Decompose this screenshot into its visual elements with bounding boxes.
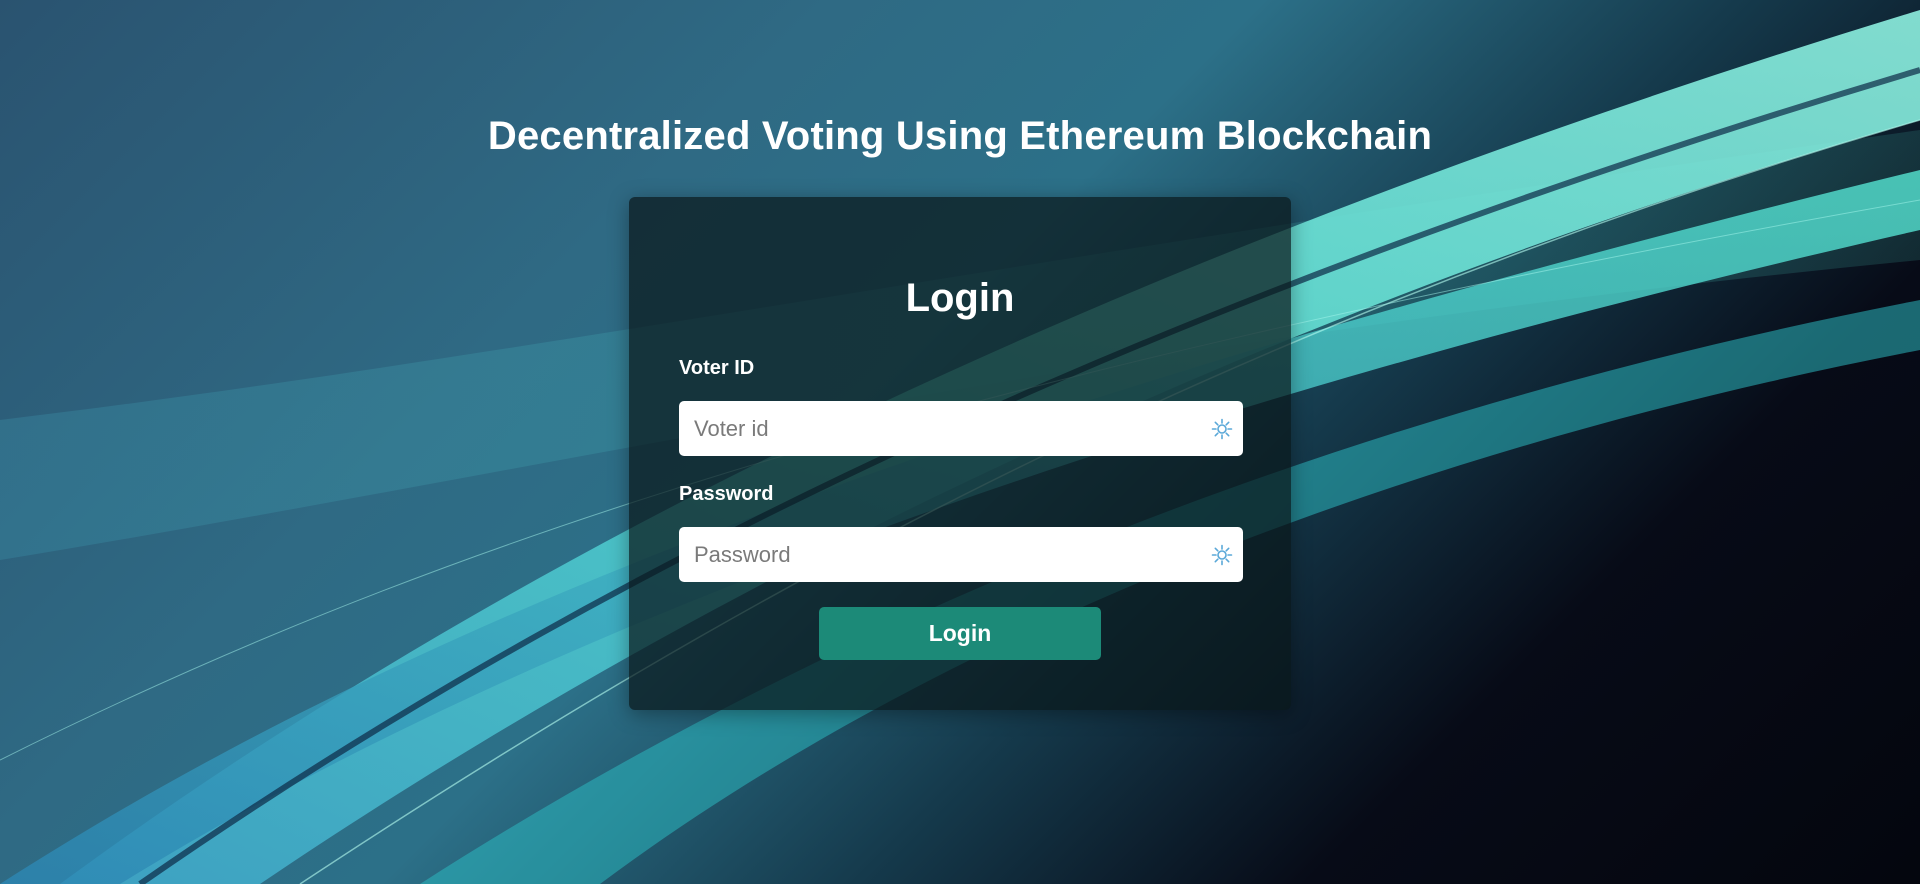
password-label: Password [679, 483, 774, 505]
login-card: Login Voter ID Password [629, 197, 1291, 710]
autofill-icon[interactable] [1211, 544, 1233, 566]
login-button[interactable]: Login [819, 607, 1101, 660]
password-input[interactable] [679, 527, 1209, 582]
voter-id-field-wrapper [679, 401, 1243, 456]
password-field-wrapper [679, 527, 1243, 582]
autofill-icon[interactable] [1211, 418, 1233, 440]
login-heading: Login [905, 276, 1015, 320]
page-title: Decentralized Voting Using Ethereum Bloc… [487, 114, 1433, 158]
voter-id-input[interactable] [679, 401, 1209, 456]
voter-id-label: Voter ID [679, 357, 755, 379]
